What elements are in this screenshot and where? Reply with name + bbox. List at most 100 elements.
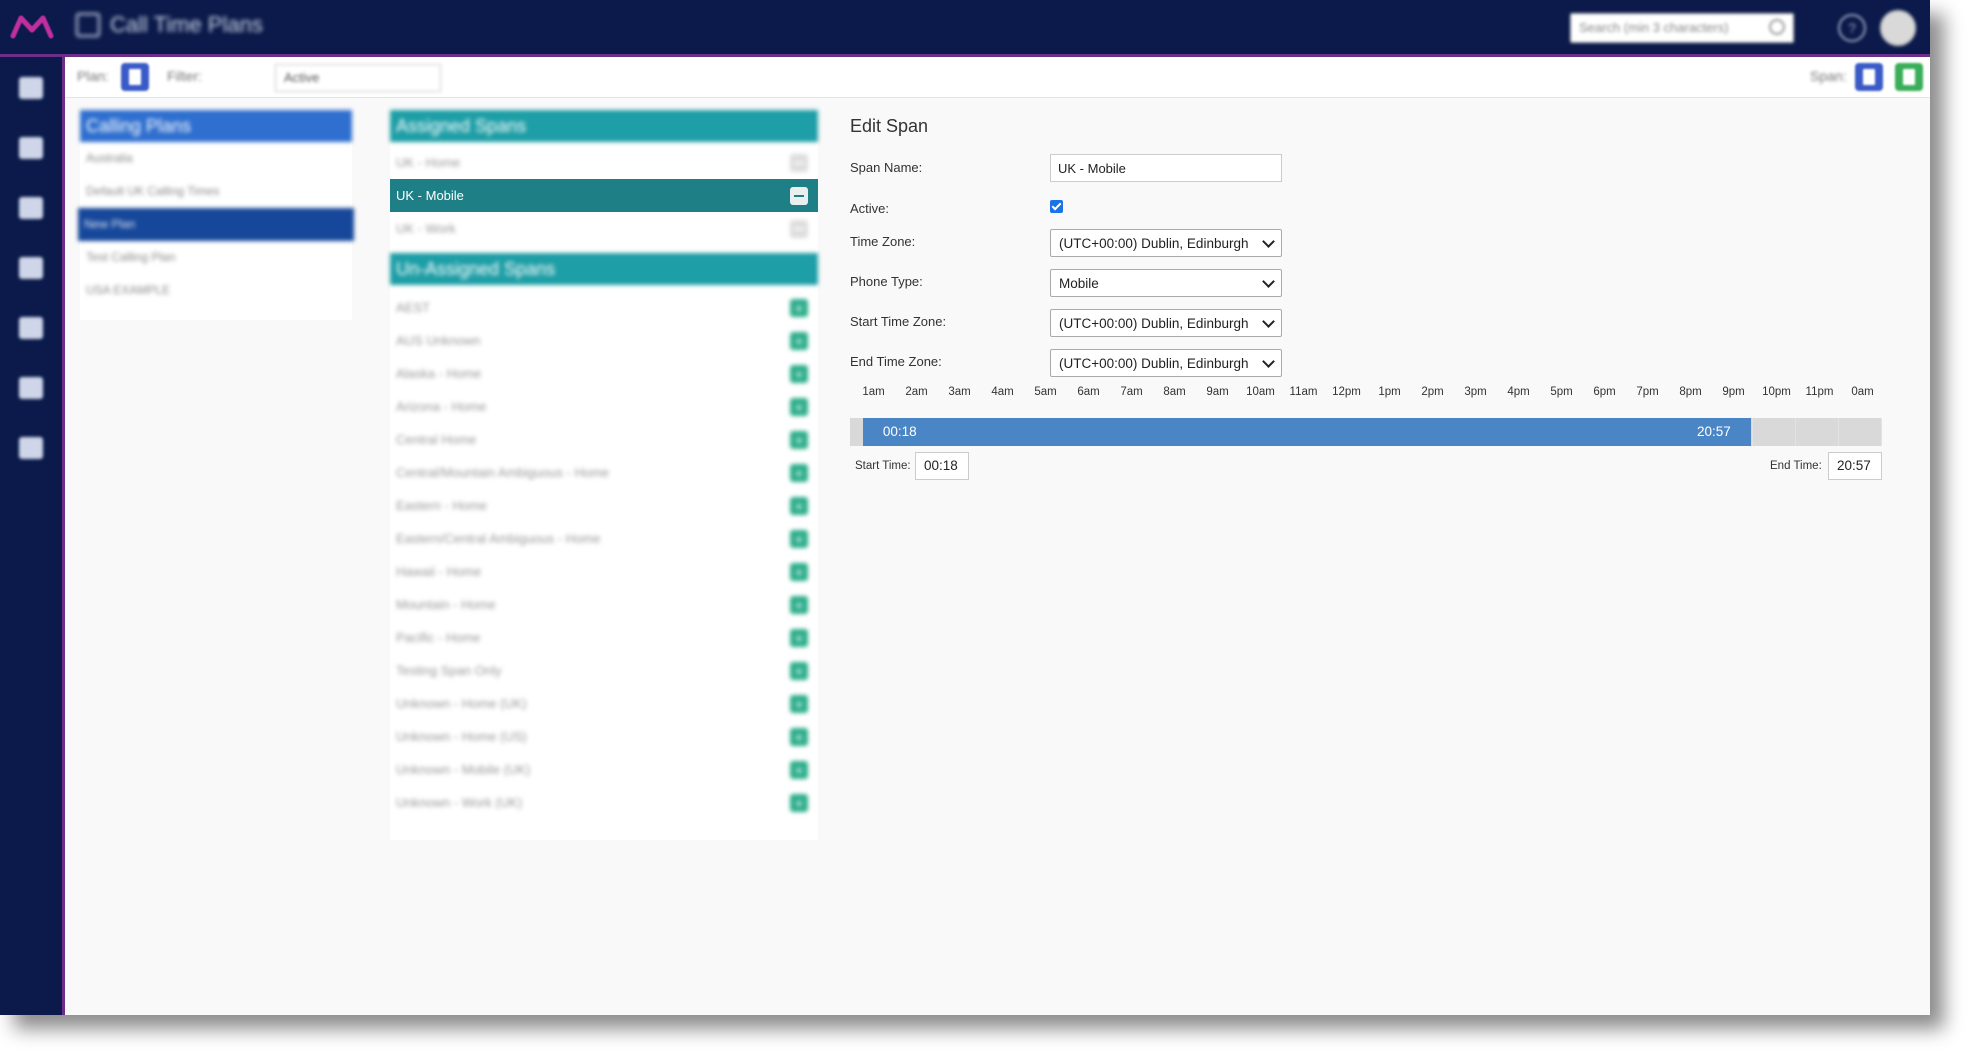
avatar[interactable] xyxy=(1880,10,1916,46)
add-span-button[interactable] xyxy=(790,398,808,416)
list-item[interactable]: Unknown - Home (US) xyxy=(390,720,818,753)
list-item[interactable]: AUS Unknown xyxy=(390,324,818,357)
end-time-zone-select[interactable]: (UTC+00:00) Dublin, Edinburgh xyxy=(1050,349,1282,377)
phone-type-select[interactable]: Mobile xyxy=(1050,269,1282,297)
timeline-span-bar[interactable]: 00:18 20:57 xyxy=(862,418,1751,446)
sidebar-item-document-icon[interactable] xyxy=(19,377,43,399)
add-span-button[interactable] xyxy=(790,662,808,680)
calling-plans-list: Australia Default UK Calling Times New Pla… xyxy=(78,142,354,307)
list-item[interactable]: UK - Mobile xyxy=(390,179,818,212)
start-time-field[interactable]: 00:18 xyxy=(915,452,969,480)
timeline-hour-label: 3am xyxy=(948,386,971,398)
timeline-hour-label: 9am xyxy=(1206,386,1229,398)
timeline-hour-label: 7am xyxy=(1120,386,1143,398)
add-span-button[interactable] xyxy=(790,563,808,581)
list-item[interactable]: Alaska - Home xyxy=(390,357,818,390)
timeline-hour-label: 2pm xyxy=(1421,386,1444,398)
add-span-button[interactable] xyxy=(790,596,808,614)
new-plan-button[interactable] xyxy=(121,63,149,91)
app-logo-icon[interactable] xyxy=(10,12,54,42)
span-name: Arizona - Home xyxy=(396,399,487,414)
add-span-button[interactable] xyxy=(790,794,808,812)
sidebar-item-dashboard-icon[interactable] xyxy=(19,197,43,219)
active-label: Active: xyxy=(850,201,890,216)
sidebar-item-settings-icon[interactable] xyxy=(19,437,43,459)
list-item[interactable]: Unknown - Mobile (UK) xyxy=(390,753,818,786)
start-time-zone-select[interactable]: (UTC+00:00) Dublin, Edinburgh xyxy=(1050,309,1282,337)
add-span-button[interactable] xyxy=(790,497,808,515)
span-name-field[interactable]: UK - Mobile xyxy=(1050,154,1282,182)
list-item[interactable]: Eastern/Central Ambiguous - Home xyxy=(390,522,818,555)
add-span-button[interactable] xyxy=(790,365,808,383)
chevron-down-icon xyxy=(1262,355,1275,368)
list-item[interactable]: Test Calling Plan xyxy=(80,241,352,274)
span-name: Eastern - Home xyxy=(396,498,488,513)
search-icon[interactable] xyxy=(1769,19,1785,35)
span-name: Central Home xyxy=(396,432,477,447)
list-item[interactable]: Pacific - Home xyxy=(390,621,818,654)
list-item[interactable]: Eastern - Home xyxy=(390,489,818,522)
edit-span-title: Edit Span xyxy=(850,116,929,136)
add-span-button[interactable] xyxy=(790,629,808,647)
calendar-icon xyxy=(76,13,100,37)
list-item[interactable]: Mountain - Home xyxy=(390,588,818,621)
list-item[interactable]: Australia xyxy=(80,142,352,175)
time-zone-select[interactable]: (UTC+00:00) Dublin, Edinburgh xyxy=(1050,229,1282,257)
app-window: Call Time Plans Search (min 3 characters… xyxy=(0,0,1930,1015)
end-time-field[interactable]: 20:57 xyxy=(1828,452,1882,480)
list-item[interactable]: Central/Mountain Ambiguous - Home xyxy=(390,456,818,489)
remove-span-button[interactable] xyxy=(790,154,808,172)
timeline-hour-label: 10pm xyxy=(1762,386,1791,398)
list-item[interactable]: USA EXAMPLE xyxy=(80,274,352,307)
list-item[interactable]: Testing Span Only xyxy=(390,654,818,687)
list-item[interactable]: Central Home xyxy=(390,423,818,456)
list-item[interactable]: AEST xyxy=(390,291,818,324)
remove-span-button[interactable] xyxy=(790,187,808,205)
span-name: Testing Span Only xyxy=(396,663,502,678)
new-span-button[interactable] xyxy=(1855,63,1883,91)
sidebar-item-upload-icon[interactable] xyxy=(19,317,43,339)
sidebar-item-database-icon[interactable] xyxy=(19,257,43,279)
end-time-label: End Time: xyxy=(1770,460,1822,472)
add-span-button[interactable] xyxy=(790,695,808,713)
add-span-button[interactable] xyxy=(790,728,808,746)
add-span-button[interactable] xyxy=(790,530,808,548)
timeline-cell xyxy=(1839,418,1882,446)
start-time-label: Start Time: xyxy=(855,460,911,472)
timeline-hour-label: 0am xyxy=(1851,386,1874,398)
timeline-start-label: 00:18 xyxy=(882,424,917,439)
add-span-button[interactable] xyxy=(790,464,808,482)
span-name: Unknown - Work (UK) xyxy=(396,795,523,810)
list-item[interactable]: Unknown - Work (UK) xyxy=(390,786,818,819)
unassigned-spans-list: AEST AUS Unknown Alaska - Home Arizona - Ho… xyxy=(390,291,818,819)
document-icon xyxy=(1903,69,1915,85)
timeline-track[interactable]: 00:18 20:57 xyxy=(850,418,1882,446)
active-checkbox[interactable] xyxy=(1050,200,1063,213)
list-item[interactable]: Arizona - Home xyxy=(390,390,818,423)
sidebar-item-home-icon[interactable] xyxy=(19,77,43,99)
timeline-hour-label: 5am xyxy=(1034,386,1057,398)
add-span-button[interactable] xyxy=(790,332,808,350)
span-m-button[interactable] xyxy=(1895,63,1923,91)
list-item[interactable]: UK - Home xyxy=(390,146,818,179)
list-item[interactable]: Hawaii - Home xyxy=(390,555,818,588)
help-icon[interactable]: ? xyxy=(1838,14,1866,42)
timeline-hour-label: 10am xyxy=(1246,386,1275,398)
timeline-cell xyxy=(1796,418,1839,446)
timeline-hour-label: 4pm xyxy=(1507,386,1530,398)
start-time-zone-label: Start Time Zone: xyxy=(850,314,947,329)
add-span-button[interactable] xyxy=(790,431,808,449)
list-item[interactable]: Default UK Calling Times xyxy=(80,175,352,208)
remove-span-button[interactable] xyxy=(790,220,808,238)
add-span-button[interactable] xyxy=(790,761,808,779)
sidebar-item-list-icon[interactable] xyxy=(19,137,43,159)
add-span-button[interactable] xyxy=(790,299,808,317)
span-name: Eastern/Central Ambiguous - Home xyxy=(396,531,601,546)
filter-select[interactable]: Active xyxy=(275,64,441,92)
list-item[interactable]: UK - Work xyxy=(390,212,818,245)
search-input[interactable]: Search (min 3 characters) xyxy=(1570,13,1794,43)
span-name: Mountain - Home xyxy=(396,597,496,612)
list-item[interactable]: New Plan xyxy=(78,208,354,241)
list-item[interactable]: Unknown - Home (UK) xyxy=(390,687,818,720)
span-name: UK - Home xyxy=(396,155,461,170)
